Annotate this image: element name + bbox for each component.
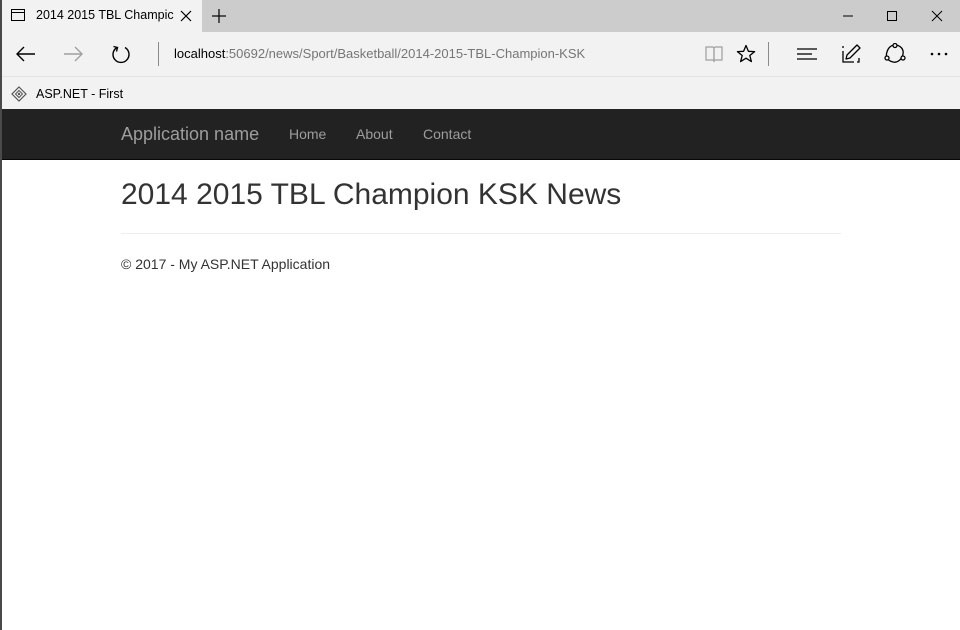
back-button[interactable] xyxy=(4,32,48,76)
back-arrow-icon xyxy=(16,46,36,62)
browser-tab[interactable]: 2014 2015 TBL Champic xyxy=(2,0,202,32)
close-icon xyxy=(931,10,943,22)
address-bar[interactable]: localhost:50692/news/Sport/Basketball/20… xyxy=(174,46,585,61)
nav-link-about[interactable]: About xyxy=(356,126,393,142)
new-tab-plus-icon[interactable] xyxy=(211,8,227,24)
minimize-button[interactable] xyxy=(825,0,871,32)
close-window-button[interactable] xyxy=(914,0,960,32)
favorites-bar: ASP.NET - First xyxy=(2,76,960,109)
refresh-button[interactable] xyxy=(99,32,143,76)
tab-close-icon[interactable] xyxy=(179,9,193,23)
hub-icon xyxy=(796,46,818,62)
forward-arrow-icon xyxy=(63,46,83,62)
tab-page-icon xyxy=(11,9,25,21)
pen-icon xyxy=(840,43,862,65)
maximize-button[interactable] xyxy=(869,0,915,32)
star-icon xyxy=(736,44,756,64)
site-favicon-icon xyxy=(11,86,27,102)
address-divider xyxy=(158,42,159,66)
refresh-icon xyxy=(111,44,131,64)
maximize-icon xyxy=(886,10,898,22)
brand-link[interactable]: Application name xyxy=(121,124,259,145)
tab-title: 2014 2015 TBL Champic xyxy=(36,8,174,22)
web-note-button[interactable] xyxy=(829,32,873,76)
book-icon xyxy=(704,45,724,63)
browser-window: 2014 2015 TBL Champic localhost:50692/ne… xyxy=(0,0,960,630)
footer-divider xyxy=(121,233,841,234)
address-path: :50692/news/Sport/Basketball/2014-2015-T… xyxy=(225,46,586,61)
share-button[interactable] xyxy=(873,32,917,76)
nav-link-home[interactable]: Home xyxy=(289,126,326,142)
share-icon xyxy=(884,43,906,65)
browser-toolbar: localhost:50692/news/Sport/Basketball/20… xyxy=(2,32,960,76)
more-button[interactable] xyxy=(917,32,960,76)
toolbar-divider xyxy=(768,42,769,66)
footer-text: © 2017 - My ASP.NET Application xyxy=(121,256,331,272)
page-title: 2014 2015 TBL Champion KSK News xyxy=(121,178,622,211)
favorite-button[interactable] xyxy=(724,32,768,76)
address-host: localhost xyxy=(174,46,226,61)
site-navbar: Application name Home About Contact xyxy=(2,109,960,160)
tab-strip: 2014 2015 TBL Champic xyxy=(2,0,960,32)
minimize-icon xyxy=(842,15,854,17)
nav-link-contact[interactable]: Contact xyxy=(423,126,471,142)
favorite-label: ASP.NET - First xyxy=(36,87,124,101)
forward-button[interactable] xyxy=(51,32,95,76)
hub-button[interactable] xyxy=(785,32,829,76)
favorite-item[interactable]: ASP.NET - First xyxy=(11,85,123,103)
more-icon xyxy=(929,52,949,56)
